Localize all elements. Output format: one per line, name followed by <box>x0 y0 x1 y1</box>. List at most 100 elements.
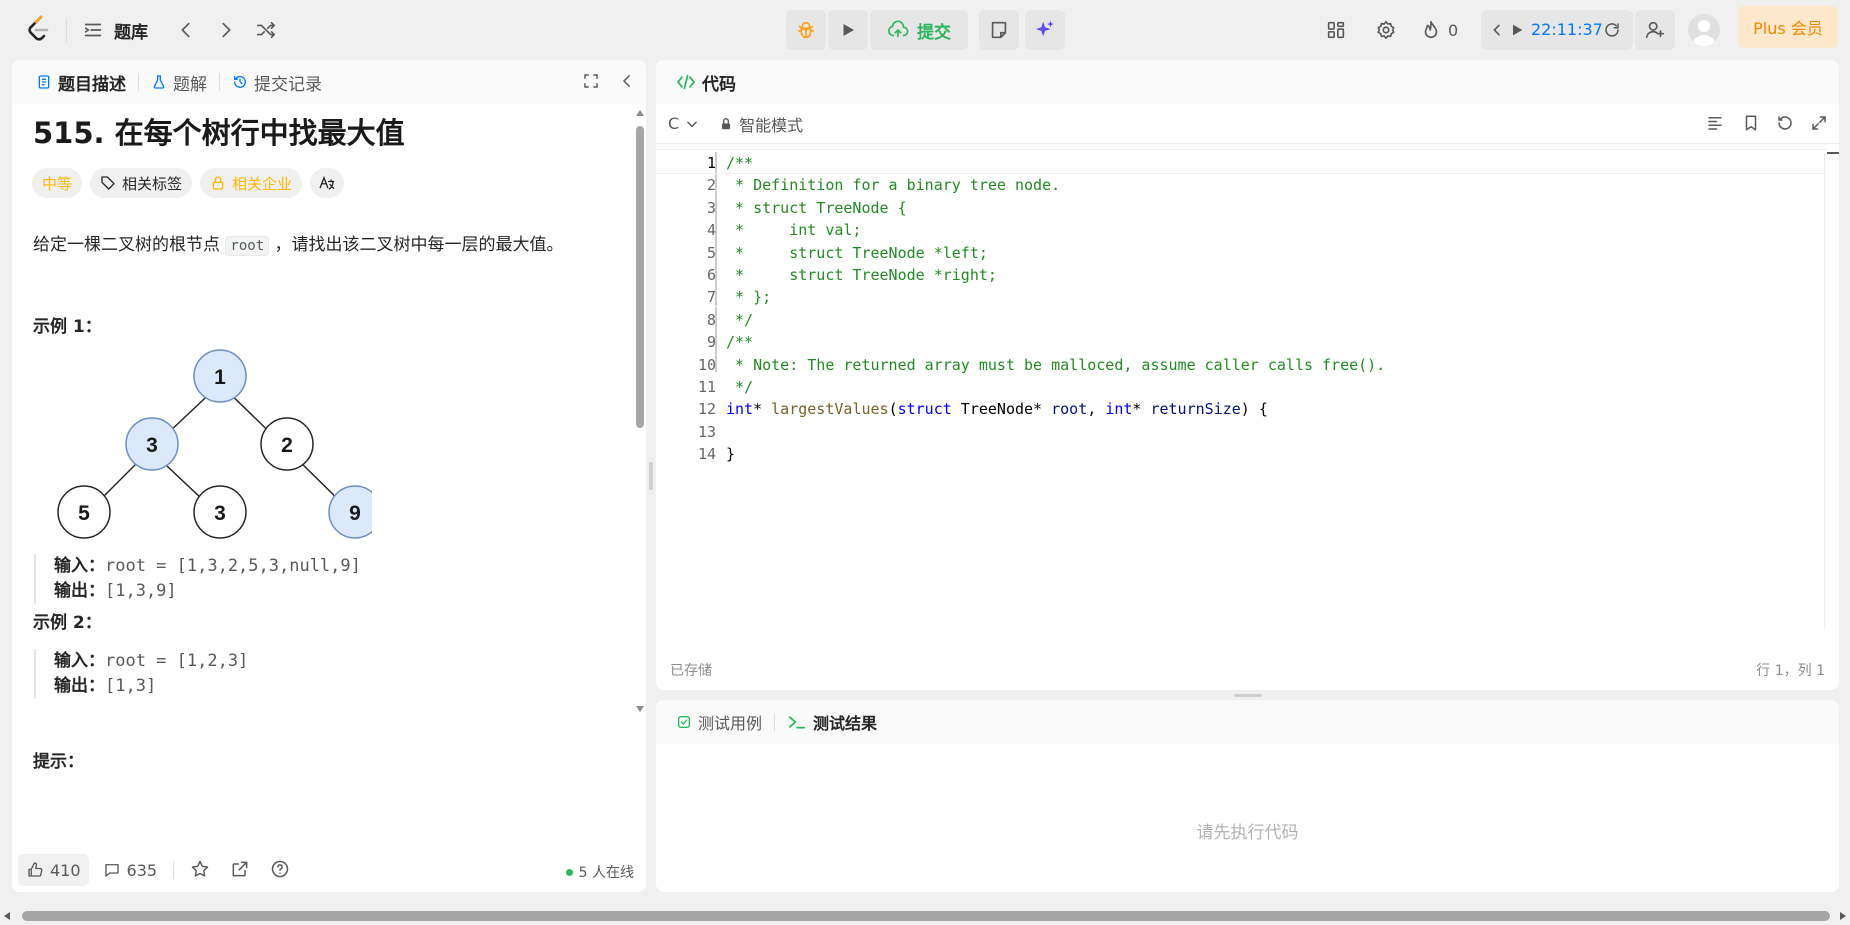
tab-description[interactable]: 题目描述 <box>30 70 132 95</box>
like-button[interactable]: 410 <box>18 854 89 886</box>
timer-play-button[interactable] <box>1507 20 1527 40</box>
submit-button[interactable]: 提交 <box>870 10 968 50</box>
bookmark-icon <box>1745 115 1757 131</box>
play-icon <box>1513 24 1523 36</box>
plus-membership-button[interactable]: Plus 会员 <box>1738 6 1838 48</box>
scroll-left-icon <box>4 912 10 920</box>
notes-button[interactable] <box>979 10 1019 50</box>
comments-button[interactable]: 635 <box>103 860 158 880</box>
timer-collapse-button[interactable] <box>1487 20 1507 40</box>
code-token: * <box>1132 400 1151 419</box>
scroll-up-icon <box>636 110 644 116</box>
line-number: 8 <box>706 310 716 329</box>
desc-code: root <box>225 236 270 256</box>
code-area[interactable]: 1 2 3 4 5 6 7 8 9 10 11 12 13 14 /** * D… <box>656 149 1826 638</box>
fullscreen-button[interactable] <box>582 72 602 92</box>
editor-fullscreen-button[interactable] <box>1810 114 1830 134</box>
code-line: * Definition for a binary tree node. <box>726 176 1061 195</box>
debug-button[interactable] <box>786 10 826 50</box>
horizontal-resize-handle[interactable] <box>1234 694 1262 697</box>
tree-node-label: 2 <box>281 434 293 457</box>
language-value: C <box>668 114 680 133</box>
checkbox-icon <box>678 716 690 728</box>
smart-mode-toggle[interactable]: 智能模式 <box>719 112 803 136</box>
note-icon <box>991 21 1007 39</box>
streak-indicator[interactable]: 0 <box>1420 16 1458 44</box>
language-select[interactable]: C <box>668 114 699 133</box>
example1-heading: 示例 1： <box>33 317 102 337</box>
line-number: 5 <box>706 243 716 262</box>
desc-before: 给定一棵二叉树的根节点 <box>33 235 226 255</box>
scrollbar-thumb[interactable] <box>636 126 644 428</box>
avatar-icon <box>1692 20 1716 46</box>
nav-title: 题库 <box>114 22 148 43</box>
tab-code-label: 代码 <box>702 74 736 95</box>
tree-node-label: 9 <box>349 502 361 525</box>
page-horizontal-scrollbar[interactable] <box>0 907 1850 925</box>
comment-icon <box>104 864 119 877</box>
difficulty-badge: 中等 <box>32 168 83 198</box>
code-line: /** <box>726 333 754 352</box>
star-icon <box>191 860 209 877</box>
description-tabs: 题目描述 题解 提交记录 <box>12 60 646 104</box>
line-number: 11 <box>697 378 716 396</box>
code-line-signature: int* largestValues(struct TreeNode* root… <box>726 398 1268 420</box>
ai-assistant-button[interactable] <box>1025 10 1065 50</box>
example2-output: [1,3] <box>105 676 157 696</box>
like-count: 410 <box>50 860 81 880</box>
code-line: } <box>726 445 736 464</box>
undo-icon <box>1778 116 1792 130</box>
run-button[interactable] <box>828 10 868 50</box>
favorite-button[interactable] <box>190 859 212 881</box>
code-token: * <box>753 400 772 419</box>
editor-scrollbar[interactable] <box>1824 152 1839 630</box>
reset-code-button[interactable] <box>1776 114 1796 134</box>
online-dot <box>565 868 573 876</box>
code-line: * Note: The returned array must be mallo… <box>726 355 1386 374</box>
tab-testcases[interactable]: 测试用例 <box>670 710 768 734</box>
invite-button[interactable] <box>1635 10 1675 50</box>
bookmark-button[interactable] <box>1742 114 1762 134</box>
example2-block: 输入：root = [1,2,3] 输出：[1,3] <box>34 649 594 699</box>
page-scrollbar-thumb[interactable] <box>22 911 1830 921</box>
refresh-icon <box>1605 23 1619 37</box>
settings-button[interactable] <box>1372 16 1400 44</box>
layout-button[interactable] <box>1322 16 1350 44</box>
chevron-left-icon <box>181 22 190 38</box>
tab-test-result[interactable]: 测试结果 <box>781 710 883 734</box>
example1-input: root = [1,3,2,5,3,null,9] <box>105 556 361 576</box>
random-problem-button[interactable] <box>252 16 280 44</box>
help-button[interactable] <box>270 859 292 881</box>
timer-reset-button[interactable] <box>1601 20 1623 40</box>
terminal-icon <box>788 716 806 729</box>
companies-button[interactable]: 相关企业 <box>200 168 303 198</box>
translate-icon <box>319 175 335 190</box>
format-code-button[interactable] <box>1706 114 1726 134</box>
leetcode-logo[interactable] <box>26 14 52 44</box>
translate-button[interactable] <box>310 168 345 198</box>
description-content: 515. 在每个树行中找最大值 中等 相关标签 相关企业 给定一棵二叉树的根节点… <box>12 104 634 848</box>
next-problem-button[interactable] <box>212 16 240 44</box>
tab-code[interactable]: 代码 <box>670 70 742 95</box>
timer-value: 22:11:37 <box>1531 20 1603 39</box>
share-button[interactable] <box>230 859 252 881</box>
tab-submissions[interactable]: 提交记录 <box>226 70 328 95</box>
description-scrollbar[interactable] <box>634 104 646 848</box>
avatar[interactable] <box>1688 14 1720 46</box>
tab-separator <box>138 73 139 91</box>
prev-problem-button[interactable] <box>172 16 200 44</box>
tree-node-label: 3 <box>214 502 226 525</box>
vertical-resize-handle[interactable] <box>649 462 653 490</box>
line-number: 2 <box>706 176 716 195</box>
related-tags-button[interactable]: 相关标签 <box>90 168 193 198</box>
code-editor-panel: 代码 C 智能模式 1 2 3 4 5 6 7 8 9 10 11 12 13 … <box>656 60 1839 690</box>
editor-toolbar: C 智能模式 <box>656 104 1839 144</box>
collapse-panel-button[interactable] <box>618 72 638 92</box>
comment-count: 635 <box>126 860 158 880</box>
problem-list-button[interactable]: 题库 <box>82 16 148 44</box>
flask-icon <box>153 75 165 89</box>
tree-node-label: 5 <box>78 502 90 525</box>
tab-solutions[interactable]: 题解 <box>145 70 213 95</box>
smart-mode-label: 智能模式 <box>739 115 804 135</box>
line-number: 9 <box>706 333 716 352</box>
